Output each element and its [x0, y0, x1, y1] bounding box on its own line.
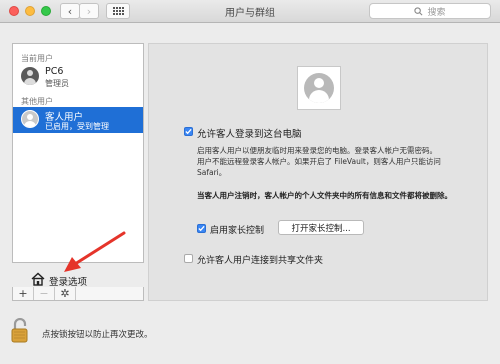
search-input[interactable]: 搜索: [369, 3, 491, 19]
users-sidebar: 当前用户 PC6 管理员 其他用户 客人用户 已启用，受到管理 登录选项: [12, 43, 144, 288]
add-user-button[interactable]: +: [13, 287, 34, 300]
search-placeholder: 搜索: [427, 7, 446, 18]
user-role: 管理员: [45, 79, 69, 88]
allow-guest-login-checkbox[interactable]: [184, 127, 193, 136]
allow-shared-folders-checkbox[interactable]: [184, 254, 193, 263]
guest-large-avatar[interactable]: [297, 66, 341, 110]
guest-status: 已启用，受到管理: [45, 122, 109, 131]
remove-user-button[interactable]: −: [34, 287, 55, 300]
checkmark-icon: [185, 128, 192, 135]
guest-warning-text: 当客人用户注销时，客人帐户的个人文件夹中的所有信息和文件都将被删除。: [197, 191, 452, 200]
guest-settings-panel: 允许客人登录到这台电脑 启用客人用户以便朋友临时用来登录您的电脑。登录客人帐户无…: [148, 43, 488, 301]
allow-shared-folders-label: 允许客人用户连接到共享文件夹: [197, 256, 324, 266]
gear-icon[interactable]: ✲: [55, 287, 76, 300]
user-row-pc6[interactable]: PC6 管理员: [13, 64, 143, 90]
lock-area: 点按锁按钮以防止再次更改。: [10, 318, 310, 348]
guest-avatar: [21, 110, 39, 128]
other-users-label: 其他用户: [21, 97, 53, 106]
guest-description-line-1: 启用客人用户以便朋友临时用来登录您的电脑。登录客人帐户无需密码。: [197, 146, 437, 155]
parental-controls-checkbox[interactable]: [197, 224, 206, 233]
parental-controls-label: 启用家长控制: [210, 226, 265, 236]
user-row-guest[interactable]: 客人用户 已启用，受到管理: [13, 107, 143, 133]
login-options-label: 登录选项: [49, 277, 88, 288]
guest-description-line-2: 用户不能远程登录客人帐户。如果开启了 FileVault，则客人用户只能访问: [197, 157, 441, 166]
user-name: PC6: [45, 66, 64, 77]
house-icon: [31, 272, 45, 286]
checkmark-icon: [198, 225, 205, 232]
allow-guest-login-label: 允许客人登录到这台电脑: [197, 129, 302, 140]
guest-description-line-3: Safari。: [197, 168, 227, 177]
title-bar: ‹ › 用户与群组 搜索: [0, 0, 500, 23]
user-avatar: [21, 67, 39, 85]
lock-instruction-text: 点按锁按钮以防止再次更改。: [42, 330, 153, 340]
unlocked-lock-icon[interactable]: [10, 318, 32, 344]
search-icon: [414, 6, 423, 15]
sidebar-toolbar: + − ✲: [12, 287, 144, 301]
current-users-label: 当前用户: [21, 54, 53, 63]
open-parental-controls-button[interactable]: 打开家长控制...: [278, 220, 364, 235]
